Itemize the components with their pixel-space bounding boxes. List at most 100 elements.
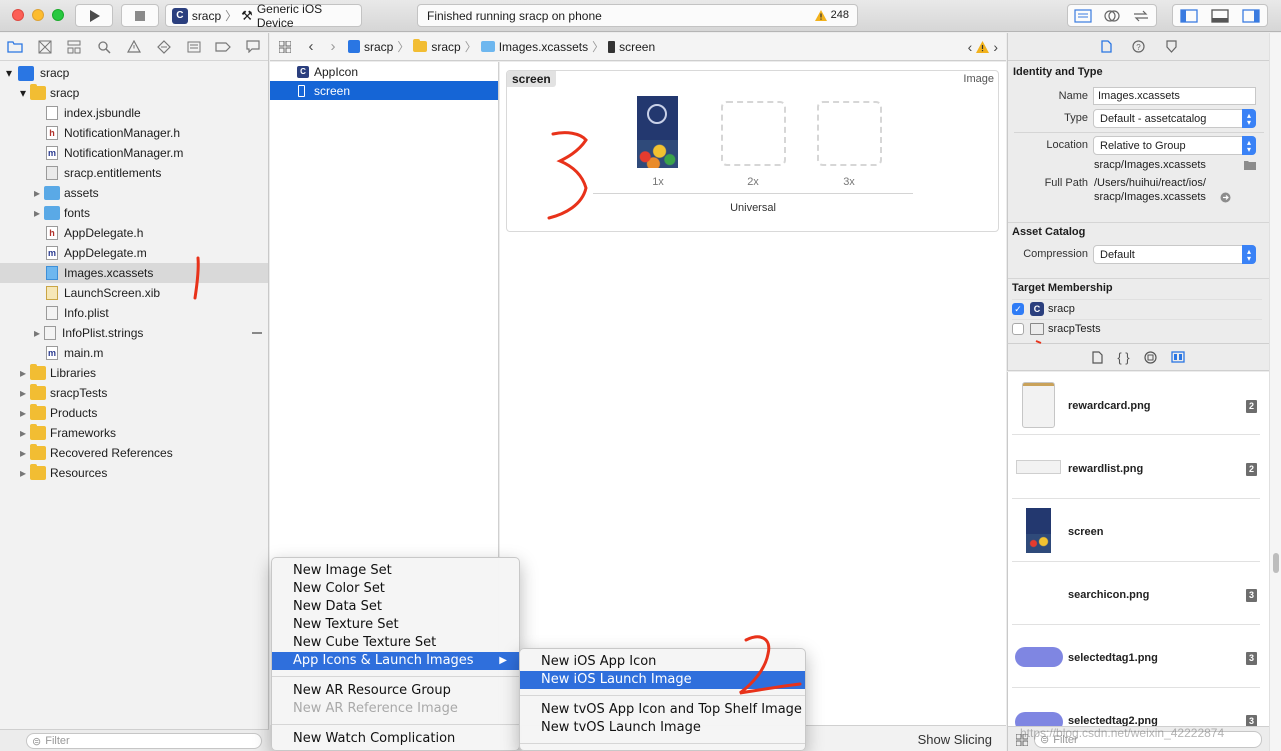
menu-item-new-image-set[interactable]: New Image Set: [272, 562, 519, 580]
tree-row-project[interactable]: ▾ sracp: [0, 63, 268, 83]
object-library-icon[interactable]: [1144, 350, 1157, 364]
menu-item-new-ar-resource-group[interactable]: New AR Resource Group: [272, 682, 519, 700]
reveal-in-finder-icon[interactable]: [1220, 192, 1231, 203]
toggle-utilities-icon[interactable]: [1242, 8, 1260, 23]
tree-row-file[interactable]: h AppDelegate.h: [0, 223, 268, 243]
tab-project-navigator[interactable]: [0, 33, 30, 61]
tab-test-navigator[interactable]: [149, 33, 179, 61]
next-issue-button[interactable]: ›: [993, 39, 998, 55]
tree-row-folder[interactable]: ▸ Resources: [0, 463, 268, 483]
tree-row-file[interactable]: m AppDelegate.m: [0, 243, 268, 263]
menu-item-new-watch-complication[interactable]: New Watch Complication: [272, 730, 519, 748]
tree-row-file[interactable]: ▸ InfoPlist.strings: [0, 323, 268, 343]
tree-row-folder[interactable]: ▸ fonts: [0, 203, 268, 223]
disclosure-closed-icon[interactable]: ▸: [18, 406, 28, 420]
navigator-filter-input[interactable]: ⊜ Filter: [26, 733, 262, 749]
help-icon[interactable]: ?: [1131, 40, 1145, 53]
scrollbar-thumb[interactable]: [1273, 553, 1279, 573]
run-button[interactable]: [75, 4, 113, 27]
location-popup[interactable]: Relative to Group ▴ ▾: [1093, 136, 1256, 155]
assistant-editor-icon[interactable]: [1103, 9, 1121, 23]
breadcrumb-item[interactable]: Images.xcassets: [499, 40, 588, 54]
show-slicing-button[interactable]: Show Slicing: [918, 732, 992, 747]
disclosure-open-icon[interactable]: ▾: [4, 66, 14, 80]
folder-reveal-icon[interactable]: [1244, 160, 1256, 170]
slot-2x-drop-target[interactable]: [721, 101, 786, 166]
breadcrumb-item[interactable]: sracp: [364, 40, 393, 54]
toggle-debug-area-icon[interactable]: [1211, 8, 1229, 23]
menu-item-new-texture-set[interactable]: New Texture Set: [272, 616, 519, 634]
menu-item-new-ios-app-icon[interactable]: New iOS App Icon: [520, 653, 805, 671]
file-template-icon[interactable]: [1092, 350, 1103, 364]
menu-item-new-cube-texture-set[interactable]: New Cube Texture Set: [272, 634, 519, 652]
forward-button[interactable]: ›: [322, 38, 344, 55]
stop-button[interactable]: [121, 4, 159, 27]
warning-indicator[interactable]: 248: [814, 9, 849, 21]
tree-row-folder[interactable]: ▸ assets: [0, 183, 268, 203]
media-library-icon[interactable]: [1170, 351, 1185, 363]
tab-debug-navigator[interactable]: [179, 33, 209, 61]
library-item[interactable]: searchicon.png 3: [1012, 562, 1260, 625]
breadcrumb-item[interactable]: sracp: [431, 40, 460, 54]
tree-row-file[interactable]: sracp.entitlements: [0, 163, 268, 183]
library-item[interactable]: selectedtag2.png 3: [1012, 688, 1260, 726]
minimize-window-button[interactable]: [32, 9, 44, 21]
disclosure-closed-icon[interactable]: ▸: [32, 326, 42, 340]
tree-row-folder[interactable]: ▸ Products: [0, 403, 268, 423]
related-items-button[interactable]: [270, 40, 300, 53]
menu-item-new-ios-launch-image[interactable]: New iOS Launch Image: [520, 671, 805, 689]
slot-1x-image[interactable]: [637, 96, 678, 168]
tab-find-navigator[interactable]: [89, 33, 119, 61]
tree-row-folder[interactable]: ▸ Libraries: [0, 363, 268, 383]
code-snippet-icon[interactable]: { }: [1117, 350, 1129, 365]
menu-item-new-tvos-app-icon-top-shelf[interactable]: New tvOS App Icon and Top Shelf Image: [520, 701, 805, 719]
tree-row-folder[interactable]: ▸ sracpTests: [0, 383, 268, 403]
tree-row-group-sracp[interactable]: ▾ sracp: [0, 83, 268, 103]
name-field[interactable]: Images.xcassets: [1093, 87, 1256, 105]
file-inspector-icon[interactable]: [1100, 40, 1112, 53]
menu-item-app-icons-launch-images[interactable]: App Icons & Launch Images ▶: [272, 652, 519, 670]
tree-row-file[interactable]: h NotificationManager.h: [0, 123, 268, 143]
library-item[interactable]: selectedtag1.png 3: [1012, 625, 1260, 688]
scheme-selector[interactable]: C sracp 〉 ⚒ Generic iOS Device: [165, 2, 362, 30]
disclosure-closed-icon[interactable]: ▸: [18, 466, 28, 480]
tab-symbol-navigator[interactable]: [60, 33, 90, 61]
menu-item-new-color-set[interactable]: New Color Set: [272, 580, 519, 598]
version-editor-icon[interactable]: [1132, 9, 1150, 23]
toggle-navigator-icon[interactable]: [1180, 8, 1198, 23]
asset-item-appicon[interactable]: C AppIcon: [270, 62, 498, 81]
library-item[interactable]: rewardcard.png 2: [1012, 372, 1260, 435]
tab-issue-navigator[interactable]: [119, 33, 149, 61]
type-popup[interactable]: Default - assetcatalog ▴ ▾: [1093, 109, 1256, 128]
target-checkbox-checked[interactable]: ✓: [1012, 302, 1024, 315]
back-button[interactable]: ‹: [300, 38, 322, 55]
library-item[interactable]: screen: [1012, 499, 1260, 562]
tree-row-folder[interactable]: ▸ Recovered References: [0, 443, 268, 463]
tab-breakpoint-navigator[interactable]: [208, 33, 238, 61]
close-window-button[interactable]: [12, 9, 24, 21]
disclosure-closed-icon[interactable]: ▸: [32, 206, 42, 220]
previous-issue-button[interactable]: ‹: [968, 39, 973, 55]
attributes-inspector-icon[interactable]: [1165, 40, 1178, 53]
tree-row-file[interactable]: LaunchScreen.xib: [0, 283, 268, 303]
disclosure-open-icon[interactable]: ▾: [18, 86, 28, 100]
tree-row-folder[interactable]: ▸ Frameworks: [0, 423, 268, 443]
target-checkbox-unchecked[interactable]: [1012, 322, 1024, 335]
breadcrumb-item[interactable]: screen: [619, 40, 655, 54]
library-item[interactable]: rewardlist.png 2: [1012, 436, 1260, 499]
tree-row-file[interactable]: Info.plist: [0, 303, 268, 323]
standard-editor-icon[interactable]: [1074, 8, 1092, 23]
disclosure-closed-icon[interactable]: ▸: [18, 426, 28, 440]
tree-row-selected[interactable]: Images.xcassets: [0, 263, 268, 283]
minus-icon[interactable]: [252, 332, 262, 334]
slot-3x-drop-target[interactable]: [817, 101, 882, 166]
disclosure-closed-icon[interactable]: ▸: [18, 366, 28, 380]
zoom-window-button[interactable]: [52, 9, 64, 21]
compression-popup[interactable]: Default ▴ ▾: [1093, 245, 1256, 264]
disclosure-closed-icon[interactable]: ▸: [18, 386, 28, 400]
menu-item-new-tvos-launch-image[interactable]: New tvOS Launch Image: [520, 719, 805, 737]
tree-row-file[interactable]: index.jsbundle: [0, 103, 268, 123]
tree-row-file[interactable]: m main.m: [0, 343, 268, 363]
disclosure-closed-icon[interactable]: ▸: [18, 446, 28, 460]
menu-item-new-data-set[interactable]: New Data Set: [272, 598, 519, 616]
